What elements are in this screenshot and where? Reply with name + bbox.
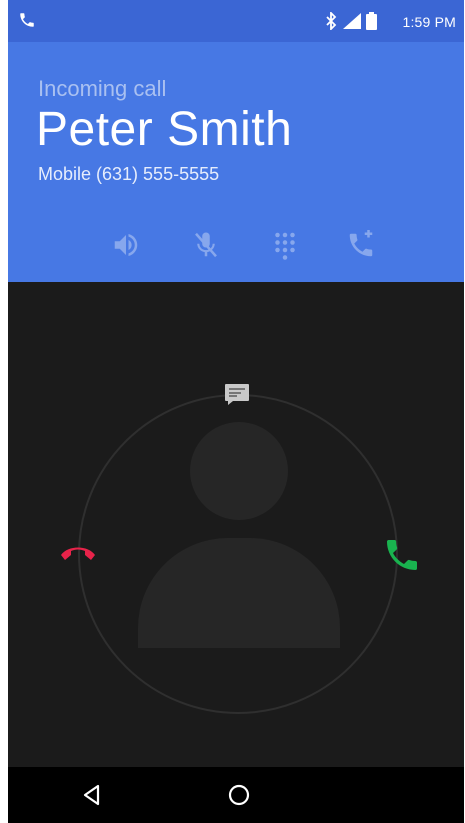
dialpad-icon[interactable] [270,230,300,260]
message-icon[interactable] [224,383,250,405]
battery-icon [366,12,377,35]
mute-icon[interactable] [191,230,221,260]
status-time: 1:59 PM [402,14,456,30]
avatar-placeholder-head [190,422,288,520]
phone-icon [18,11,36,34]
signal-icon [342,12,362,35]
call-action-area [8,282,464,767]
caller-number: Mobile (631) 555-5555 [38,164,220,184]
navigation-bar [8,767,464,823]
decline-icon[interactable] [58,538,98,568]
caller-header: Incoming call Peter Smith Mobile (631) 5… [8,42,464,282]
status-bar: 1:59 PM [8,0,464,42]
bluetooth-icon [324,10,338,35]
incoming-call-label: Incoming call [38,76,167,101]
speaker-icon[interactable] [111,230,141,260]
caller-name: Peter Smith [36,103,293,156]
merge-call-icon[interactable] [346,230,376,260]
incoming-call-screen: 1:59 PM Incoming call Peter Smith Mobile… [8,0,464,823]
back-icon[interactable] [76,779,108,811]
home-icon[interactable] [223,779,255,811]
answer-icon[interactable] [382,535,422,575]
